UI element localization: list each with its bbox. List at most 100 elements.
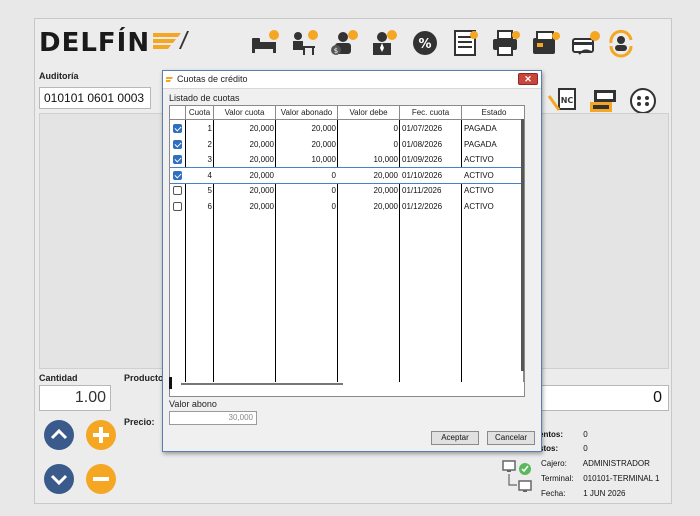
svg-text:%: %	[418, 37, 431, 52]
cajero-row: Cajero: ADMINISTRADOR	[541, 459, 650, 468]
row-checkbox[interactable]	[173, 186, 182, 195]
card-payment-icon[interactable]	[567, 27, 603, 59]
scroll-handle[interactable]	[169, 377, 172, 389]
printer-icon[interactable]	[487, 27, 523, 59]
row-checkbox[interactable]	[173, 139, 182, 149]
column-header[interactable]: Fec. cuota	[400, 106, 462, 120]
cell-valor-debe: 10,000	[373, 155, 398, 164]
descuentos-row: entos: 0	[539, 430, 588, 439]
cell-fecha: 01/10/2026	[402, 170, 443, 180]
descuentos-value: 0	[583, 430, 588, 439]
table-row[interactable]: 2 20,000 20,000 0 01/08/2026 PAGADA	[170, 137, 524, 152]
row-checkbox[interactable]	[173, 201, 182, 211]
cell-fecha: 01/08/2026	[402, 139, 443, 149]
impuestos-label: stos:	[539, 444, 559, 453]
vertical-scrollbar[interactable]	[521, 119, 524, 371]
cell-valor-abonado: 0	[331, 201, 336, 211]
cajero-label: Cajero:	[541, 459, 567, 468]
cell-valor-cuota: 20,000	[249, 124, 274, 133]
bed-icon[interactable]	[247, 27, 283, 59]
cuotas-grid[interactable]: Cuota Valor cuota Valor abonado Valor de…	[169, 105, 525, 397]
column-header[interactable]: Cuota	[186, 106, 214, 120]
listado-label: Listado de cuotas	[169, 93, 240, 103]
valor-abono-field[interactable]: 30,000	[169, 411, 257, 425]
table-row[interactable]: 5 20,000 0 20,000 01/11/2026 ACTIVO	[170, 183, 524, 198]
cell-cuota: 1	[207, 124, 212, 133]
dialog-titlebar: Cuotas de crédito ✕	[163, 71, 541, 89]
fecha-value: 1 JUN 2026	[583, 489, 626, 498]
cell-estado: ACTIVO	[464, 186, 494, 195]
cell-valor-abonado: 0	[331, 170, 336, 180]
impuestos-row: stos: 0	[539, 444, 588, 453]
column-header[interactable]: Valor abonado	[276, 106, 338, 120]
close-button[interactable]: ✕	[518, 73, 538, 85]
cell-fecha: 01/07/2026	[402, 124, 443, 133]
manager-icon[interactable]	[365, 27, 401, 59]
cell-fecha: 01/09/2026	[402, 155, 443, 164]
table-row[interactable]: 3 20,000 10,000 10,000 01/09/2026 ACTIVO	[170, 152, 524, 167]
cell-estado: ACTIVO	[464, 170, 494, 180]
terminal-label: Terminal:	[541, 474, 574, 483]
cancelar-button[interactable]: Cancelar	[487, 431, 535, 445]
terminal-value: 010101-TERMINAL 1	[583, 474, 660, 483]
cell-estado: ACTIVO	[464, 155, 494, 164]
auditoria-field[interactable]: 010101 0601 0003	[39, 87, 151, 109]
row-checkbox[interactable]	[173, 124, 182, 133]
column-header[interactable]: Valor debe	[338, 106, 400, 120]
cell-valor-cuota: 20,000	[249, 170, 274, 180]
svg-text:$: $	[334, 47, 338, 55]
cell-valor-debe: 0	[393, 139, 398, 149]
svg-text:NC: NC	[561, 96, 574, 105]
dialog-title: Cuotas de crédito	[177, 74, 248, 84]
cell-valor-debe: 20,000	[373, 186, 398, 195]
cell-valor-debe: 0	[393, 124, 398, 133]
cell-cuota: 2	[207, 139, 212, 149]
customer-payment-icon[interactable]: $	[325, 27, 361, 59]
cell-valor-cuota: 20,000	[249, 155, 274, 164]
cajero-value: ADMINISTRADOR	[582, 459, 650, 468]
table-row[interactable]: 4 20,000 0 20,000 01/10/2026 ACTIVO	[170, 166, 524, 184]
cell-valor-cuota: 20,000	[249, 186, 274, 195]
column-header[interactable]: Estado	[462, 106, 524, 120]
remove-button[interactable]	[85, 463, 117, 495]
column-header[interactable]: Valor cuota	[214, 106, 276, 120]
table-row[interactable]: 6 20,000 0 20,000 01/12/2026 ACTIVO	[170, 199, 524, 214]
cell-estado: PAGADA	[464, 139, 497, 149]
impuestos-value: 0	[583, 444, 588, 453]
row-checkbox[interactable]	[173, 155, 182, 164]
cell-valor-abonado: 20,000	[311, 124, 336, 133]
network-terminal-icon	[502, 460, 532, 492]
cell-cuota: 5	[207, 186, 212, 195]
cell-estado: ACTIVO	[464, 201, 494, 211]
producto-label: Producto	[124, 373, 164, 383]
descuentos-label: entos:	[539, 430, 563, 439]
discount-icon[interactable]: %	[407, 27, 443, 59]
fecha-row: Fecha: 1 JUN 2026	[541, 489, 625, 498]
table-row[interactable]: 1 20,000 20,000 0 01/07/2026 PAGADA	[170, 121, 524, 136]
document-list-icon[interactable]	[447, 27, 483, 59]
precio-label: Precio:	[124, 417, 155, 427]
checkbox-column-header	[170, 106, 186, 120]
delfin-logo: DELFÍN	[39, 28, 151, 58]
horizontal-scrollbar[interactable]	[181, 383, 343, 385]
app-icon	[166, 77, 173, 82]
user-refresh-icon[interactable]	[603, 27, 639, 59]
cuotas-credito-dialog: Cuotas de crédito ✕ Listado de cuotas Cu…	[162, 70, 542, 452]
cell-valor-debe: 20,000	[373, 170, 398, 180]
fecha-label: Fecha:	[541, 489, 566, 498]
cell-fecha: 01/12/2026	[402, 201, 443, 211]
add-button[interactable]	[85, 419, 117, 451]
cell-valor-abonado: 0	[331, 186, 336, 195]
logo-stripes-icon	[153, 31, 189, 49]
cell-valor-abonado: 20,000	[311, 139, 336, 149]
aceptar-button[interactable]: Aceptar	[431, 431, 479, 445]
desk-worker-icon[interactable]	[285, 27, 321, 59]
card-reader-icon[interactable]	[527, 27, 563, 59]
up-button[interactable]	[43, 419, 75, 451]
cantidad-field[interactable]: 1.00	[39, 385, 111, 411]
down-button[interactable]	[43, 463, 75, 495]
cantidad-label: Cantidad	[39, 373, 78, 383]
cell-cuota: 6	[207, 201, 212, 211]
cell-valor-cuota: 20,000	[249, 139, 274, 149]
row-checkbox[interactable]	[173, 170, 182, 180]
